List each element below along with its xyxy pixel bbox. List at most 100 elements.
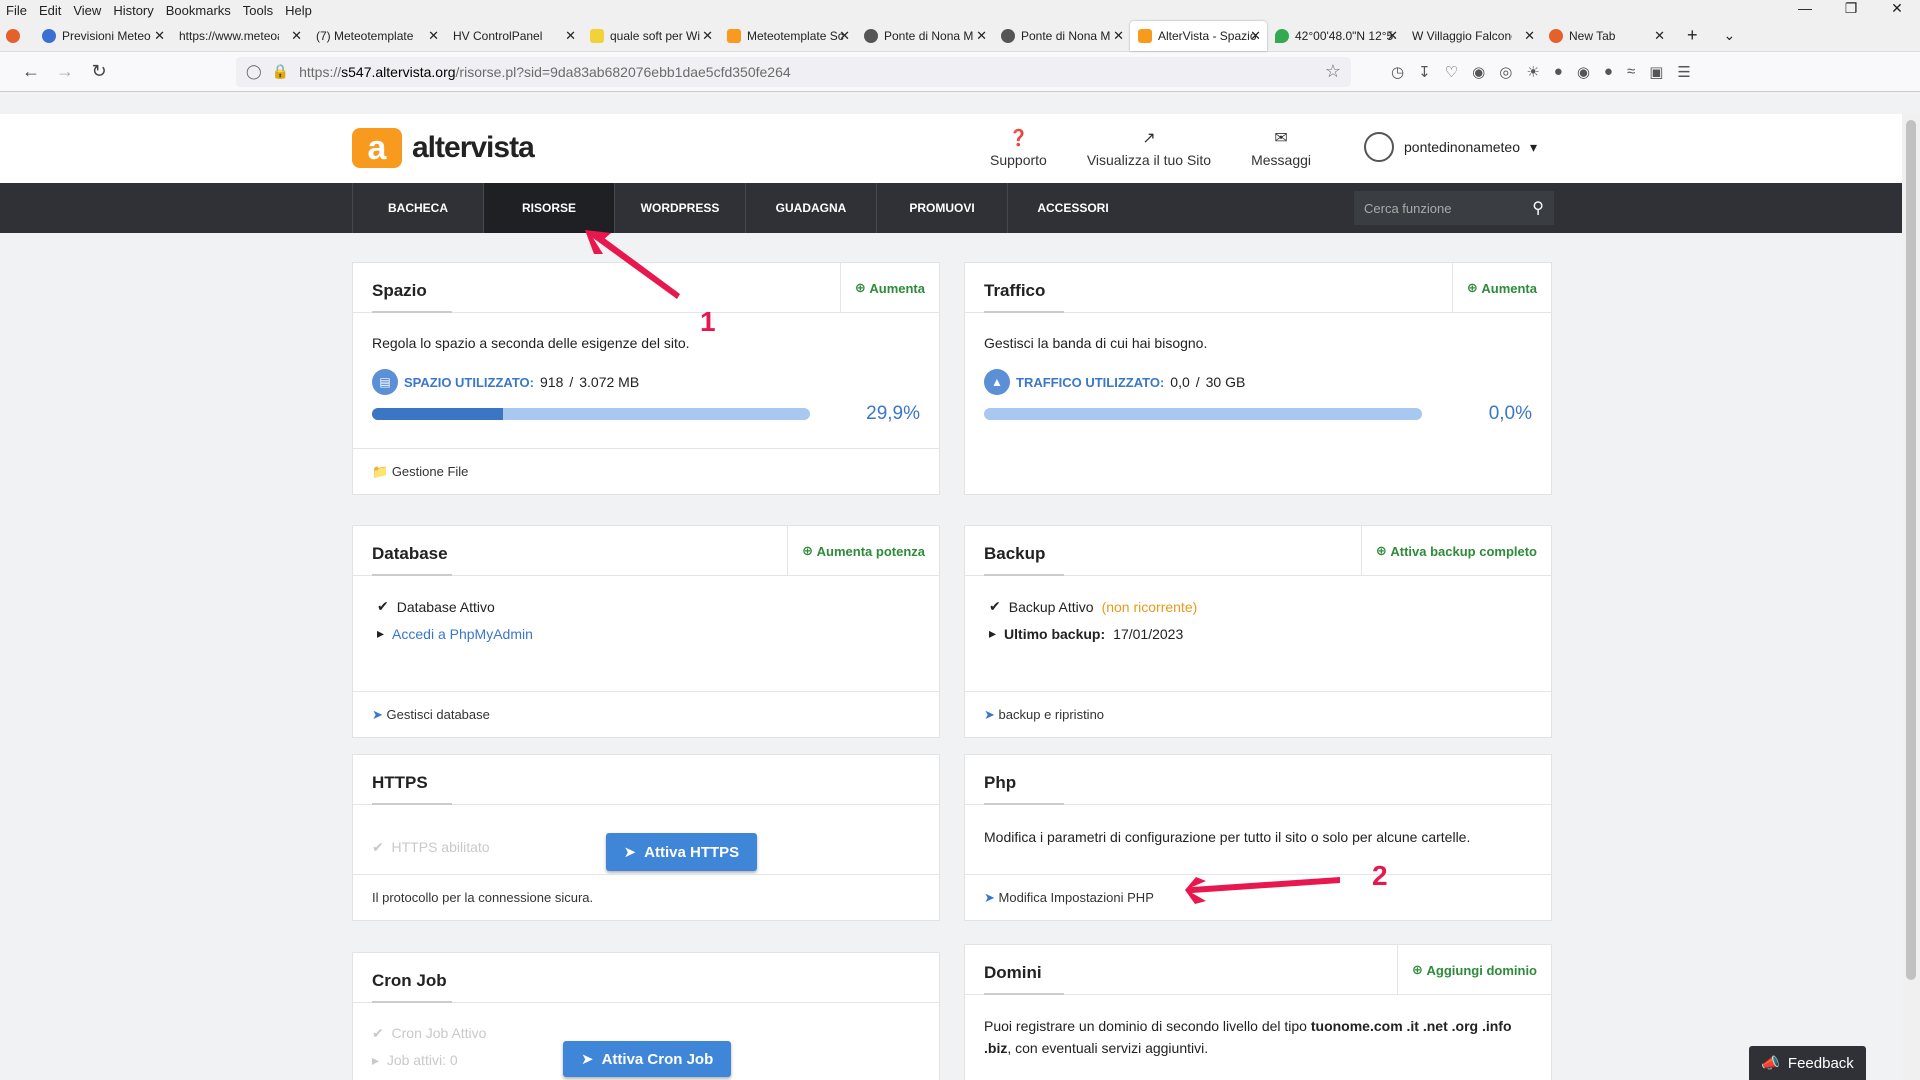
close-tab-icon[interactable]: ✕: [428, 28, 439, 44]
menu-help[interactable]: Help: [285, 3, 312, 18]
close-tab-icon[interactable]: ✕: [1250, 28, 1261, 44]
hamburger-menu-icon[interactable]: ☰: [1677, 63, 1690, 81]
button-label: Attiva HTTPS: [644, 843, 740, 861]
card-title: Database: [372, 544, 452, 576]
extension-icon[interactable]: ●: [1554, 63, 1563, 81]
support-link[interactable]: ❓ Supporto: [990, 128, 1047, 168]
menu-bookmarks[interactable]: Bookmarks: [166, 3, 231, 18]
close-tab-icon[interactable]: ✕: [702, 28, 713, 44]
desc-c: , con eventuali servizi aggiuntivi.: [1007, 1040, 1209, 1056]
altervista-logo[interactable]: a altervista: [352, 128, 535, 168]
search-input[interactable]: Cerca funzione ⚲: [1354, 191, 1554, 225]
aumenta-traffico-link[interactable]: ⊕ Aumenta: [1451, 263, 1551, 313]
tab[interactable]: HV ControlPanel ✕: [445, 21, 582, 51]
close-tab-icon[interactable]: ✕: [291, 28, 302, 44]
tab[interactable]: https://www.meteoa ✕: [171, 21, 308, 51]
menu-tools[interactable]: Tools: [243, 3, 273, 18]
cron-status: Cron Job Attivo: [391, 1025, 487, 1041]
extensions-icon[interactable]: ▣: [1649, 63, 1663, 81]
tab[interactable]: Ponte di Nona M ✕: [993, 21, 1130, 51]
nav-risorse[interactable]: RISORSE: [483, 183, 614, 233]
tab-list-icon[interactable]: ⌄: [1724, 27, 1736, 44]
attiva-https-button[interactable]: ➤ Attiva HTTPS: [605, 833, 758, 871]
back-icon[interactable]: ←: [14, 61, 48, 82]
toolbar-icons: ◷ ↧ ♡ ◉ ◎ ☀ ● ◉ ● ≈ ▣ ☰: [1391, 63, 1691, 81]
close-tab-icon[interactable]: ✕: [1113, 28, 1124, 44]
tab[interactable]: (7) Meteotemplate Fo ✕: [308, 21, 445, 51]
nav-guadagna[interactable]: GUADAGNA: [745, 183, 876, 233]
scrollbar-thumb[interactable]: [1906, 120, 1916, 980]
attiva-backup-link[interactable]: ⊕ Attiva backup completo: [1360, 526, 1551, 576]
minimize-icon[interactable]: —: [1782, 0, 1828, 17]
phpmyadmin-link[interactable]: Accedi a PhpMyAdmin: [392, 626, 533, 642]
feedback-button[interactable]: 📣 Feedback: [1749, 1046, 1866, 1080]
nav-wordpress[interactable]: WORDPRESS: [614, 183, 745, 233]
rss-icon[interactable]: ≈: [1627, 63, 1635, 81]
url-bar[interactable]: ◯ 🔒 https://s547.altervista.org/risorse.…: [236, 56, 1351, 87]
tab[interactable]: quale soft per Wi ✕: [582, 21, 719, 51]
close-tab-icon[interactable]: ✕: [976, 28, 987, 44]
gestisci-database-link[interactable]: ➤ Gestisci database: [353, 691, 939, 737]
nav-accessori[interactable]: ACCESSORI: [1007, 183, 1138, 233]
tab[interactable]: 42°00'48.0"N 12°5 ✕: [1267, 21, 1404, 51]
aggiungi-dominio-link[interactable]: ⊕ Aggiungi dominio: [1397, 945, 1551, 995]
db-status: Database Attivo: [396, 598, 495, 615]
menu-file[interactable]: File: [6, 3, 27, 18]
question-icon: ❓: [1008, 130, 1029, 147]
menu-view[interactable]: View: [73, 3, 101, 18]
pocket-icon[interactable]: ♡: [1445, 63, 1458, 81]
download-icon[interactable]: ↧: [1418, 63, 1431, 81]
card-title: Spazio: [372, 281, 452, 313]
tab[interactable]: Meteotemplate Sc ✕: [719, 21, 856, 51]
close-tab-icon[interactable]: ✕: [1387, 28, 1398, 44]
aumenta-potenza-link[interactable]: ⊕ Aumenta potenza: [787, 526, 939, 576]
close-tab-icon[interactable]: ✕: [839, 28, 850, 44]
browser-toolbar: ← → ↻ ◯ 🔒 https://s547.altervista.org/ri…: [0, 52, 1920, 92]
modifica-php-link[interactable]: ➤ Modifica Impostazioni PHP: [965, 874, 1551, 920]
user-menu[interactable]: pontedinonameteo ▾: [1364, 132, 1537, 162]
reload-icon[interactable]: ↻: [82, 61, 116, 82]
attiva-cron-button[interactable]: ➤ Attiva Cron Job: [563, 1041, 732, 1077]
nav-bacheca[interactable]: BACHECA: [352, 183, 483, 233]
new-tab-icon[interactable]: +: [1687, 25, 1698, 46]
tab-active[interactable]: AlterVista - Spazio ✕: [1130, 20, 1267, 51]
close-window-icon[interactable]: ✕: [1874, 0, 1920, 17]
tab[interactable]: Previsioni Meteo ✕: [34, 21, 171, 51]
extension-icon[interactable]: ☀: [1526, 63, 1539, 81]
tab[interactable]: New Tab ✕: [1541, 21, 1671, 51]
menu-edit[interactable]: Edit: [39, 3, 61, 18]
tab[interactable]: Ponte di Nona M ✕: [856, 21, 993, 51]
messages-link[interactable]: ✉ Messaggi: [1251, 128, 1311, 168]
view-site-link[interactable]: ↗ Visualizza il tuo Sito: [1087, 128, 1211, 168]
aumenta-spazio-link[interactable]: ⊕ Aumenta: [839, 263, 939, 313]
card-domini: Domini ⊕ Aggiungi dominio Puoi registrar…: [964, 944, 1552, 1080]
usage-sep: /: [1195, 374, 1200, 390]
lock-icon[interactable]: 🔒: [272, 63, 289, 80]
url-text: https://s547.altervista.org/risorse.pl?s…: [299, 63, 791, 80]
extension-f-icon[interactable]: ◉: [1472, 63, 1485, 81]
shield-icon[interactable]: ◯: [246, 63, 262, 80]
close-tab-icon[interactable]: ✕: [565, 28, 576, 44]
close-tab-icon[interactable]: ✕: [1654, 28, 1665, 44]
firefox-icon[interactable]: [6, 28, 20, 43]
maximize-icon[interactable]: ❐: [1828, 0, 1874, 17]
bookmark-star-icon[interactable]: ☆: [1325, 61, 1341, 82]
check-circle-icon: ✔: [372, 1025, 384, 1041]
history-icon[interactable]: ◷: [1391, 63, 1404, 81]
close-tab-icon[interactable]: ✕: [154, 28, 165, 44]
search-icon[interactable]: ⚲: [1532, 198, 1544, 218]
backup-ripristino-link[interactable]: ➤ backup e ripristino: [965, 691, 1551, 737]
extension-icon[interactable]: ◎: [1499, 63, 1512, 81]
forward-icon[interactable]: →: [48, 61, 82, 82]
close-tab-icon[interactable]: ✕: [1524, 28, 1535, 44]
extension-icon[interactable]: ◉: [1577, 63, 1590, 81]
tab-label: AlterVista - Spazio: [1158, 28, 1257, 43]
extension-icon[interactable]: ●: [1604, 63, 1613, 81]
menu-history[interactable]: History: [113, 3, 153, 18]
gestione-file-link[interactable]: 📁 Gestione File: [353, 448, 939, 494]
tab[interactable]: W Villaggio Falcone ✕: [1404, 21, 1541, 51]
card-title: Traffico: [984, 281, 1064, 313]
nav-promuovi[interactable]: PROMUOVI: [876, 183, 1007, 233]
scrollbar[interactable]: [1902, 114, 1920, 1080]
caret-down-icon: ▾: [1530, 138, 1538, 155]
